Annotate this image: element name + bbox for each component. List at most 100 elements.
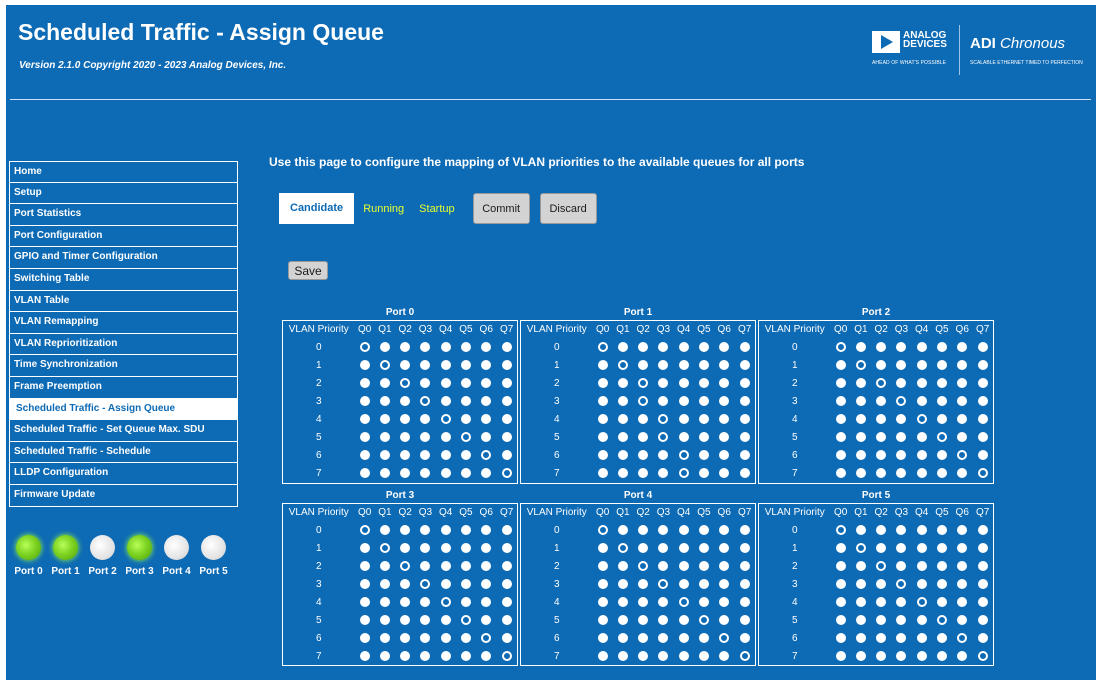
queue-radio-selected[interactable] (597, 342, 608, 353)
queue-radio[interactable] (896, 542, 907, 553)
queue-radio[interactable] (617, 342, 628, 353)
queue-radio[interactable] (936, 524, 947, 535)
queue-radio[interactable] (835, 650, 846, 661)
queue-radio[interactable] (957, 524, 968, 535)
sidebar-item-port-statistics[interactable]: Port Statistics (9, 204, 238, 226)
queue-radio[interactable] (440, 614, 451, 625)
sidebar-item-home[interactable]: Home (9, 161, 238, 183)
queue-radio[interactable] (359, 596, 370, 607)
queue-radio[interactable] (876, 542, 887, 553)
queue-radio-selected[interactable] (638, 396, 649, 407)
queue-radio[interactable] (957, 614, 968, 625)
queue-radio[interactable] (460, 524, 471, 535)
queue-radio-selected[interactable] (597, 524, 608, 535)
queue-radio[interactable] (359, 560, 370, 571)
queue-radio[interactable] (855, 560, 866, 571)
queue-radio[interactable] (460, 650, 471, 661)
queue-radio[interactable] (896, 378, 907, 389)
queue-radio[interactable] (896, 468, 907, 479)
queue-radio[interactable] (698, 450, 709, 461)
queue-radio[interactable] (638, 342, 649, 353)
queue-radio[interactable] (617, 524, 628, 535)
queue-radio[interactable] (400, 542, 411, 553)
queue-radio[interactable] (698, 650, 709, 661)
queue-radio[interactable] (481, 560, 492, 571)
queue-radio[interactable] (379, 450, 390, 461)
queue-radio[interactable] (936, 360, 947, 371)
queue-radio[interactable] (739, 378, 750, 389)
queue-radio[interactable] (977, 360, 988, 371)
queue-radio[interactable] (739, 524, 750, 535)
queue-radio[interactable] (481, 524, 492, 535)
queue-radio[interactable] (896, 596, 907, 607)
queue-radio[interactable] (916, 650, 927, 661)
queue-radio-selected[interactable] (420, 578, 431, 589)
queue-radio[interactable] (678, 414, 689, 425)
queue-radio[interactable] (936, 342, 947, 353)
queue-radio[interactable] (876, 614, 887, 625)
queue-radio[interactable] (617, 578, 628, 589)
queue-radio[interactable] (440, 432, 451, 443)
queue-radio[interactable] (916, 614, 927, 625)
queue-radio[interactable] (719, 360, 730, 371)
sidebar-item-port-configuration[interactable]: Port Configuration (9, 225, 238, 248)
queue-radio[interactable] (638, 614, 649, 625)
queue-radio[interactable] (658, 342, 669, 353)
queue-radio[interactable] (597, 396, 608, 407)
queue-radio[interactable] (739, 542, 750, 553)
queue-radio-selected[interactable] (876, 378, 887, 389)
queue-radio[interactable] (977, 432, 988, 443)
queue-radio[interactable] (739, 360, 750, 371)
queue-radio[interactable] (359, 360, 370, 371)
queue-radio[interactable] (835, 414, 846, 425)
queue-radio[interactable] (379, 432, 390, 443)
queue-radio[interactable] (597, 614, 608, 625)
queue-radio[interactable] (896, 650, 907, 661)
queue-radio[interactable] (617, 378, 628, 389)
queue-radio[interactable] (876, 450, 887, 461)
queue-radio[interactable] (400, 360, 411, 371)
queue-radio[interactable] (359, 396, 370, 407)
queue-radio[interactable] (835, 560, 846, 571)
queue-radio[interactable] (481, 614, 492, 625)
queue-radio[interactable] (719, 378, 730, 389)
queue-radio[interactable] (835, 378, 846, 389)
queue-radio[interactable] (916, 396, 927, 407)
queue-radio[interactable] (698, 396, 709, 407)
queue-radio[interactable] (936, 596, 947, 607)
queue-radio[interactable] (855, 524, 866, 535)
queue-radio-selected[interactable] (977, 650, 988, 661)
queue-radio[interactable] (916, 378, 927, 389)
queue-radio[interactable] (855, 396, 866, 407)
queue-radio[interactable] (379, 378, 390, 389)
queue-radio[interactable] (916, 450, 927, 461)
queue-radio[interactable] (400, 414, 411, 425)
queue-radio[interactable] (501, 414, 512, 425)
queue-radio[interactable] (597, 632, 608, 643)
queue-radio[interactable] (440, 632, 451, 643)
queue-radio[interactable] (501, 432, 512, 443)
queue-radio[interactable] (678, 650, 689, 661)
queue-radio[interactable] (597, 432, 608, 443)
queue-radio[interactable] (400, 450, 411, 461)
sidebar-item-firmware-update[interactable]: Firmware Update (9, 484, 238, 507)
queue-radio-selected[interactable] (678, 468, 689, 479)
queue-radio-selected[interactable] (359, 524, 370, 535)
queue-radio[interactable] (658, 468, 669, 479)
sidebar-item-gpio-and-timer-configuration[interactable]: GPIO and Timer Configuration (9, 247, 238, 269)
queue-radio[interactable] (658, 632, 669, 643)
discard-button[interactable]: Discard (539, 193, 597, 224)
queue-radio[interactable] (896, 432, 907, 443)
queue-radio[interactable] (460, 542, 471, 553)
queue-radio[interactable] (420, 378, 431, 389)
queue-radio[interactable] (638, 542, 649, 553)
queue-radio[interactable] (916, 578, 927, 589)
queue-radio[interactable] (597, 378, 608, 389)
queue-radio-selected[interactable] (440, 596, 451, 607)
queue-radio-selected[interactable] (440, 414, 451, 425)
queue-radio[interactable] (835, 542, 846, 553)
queue-radio[interactable] (936, 560, 947, 571)
queue-radio[interactable] (739, 342, 750, 353)
queue-radio[interactable] (678, 378, 689, 389)
queue-radio[interactable] (460, 360, 471, 371)
